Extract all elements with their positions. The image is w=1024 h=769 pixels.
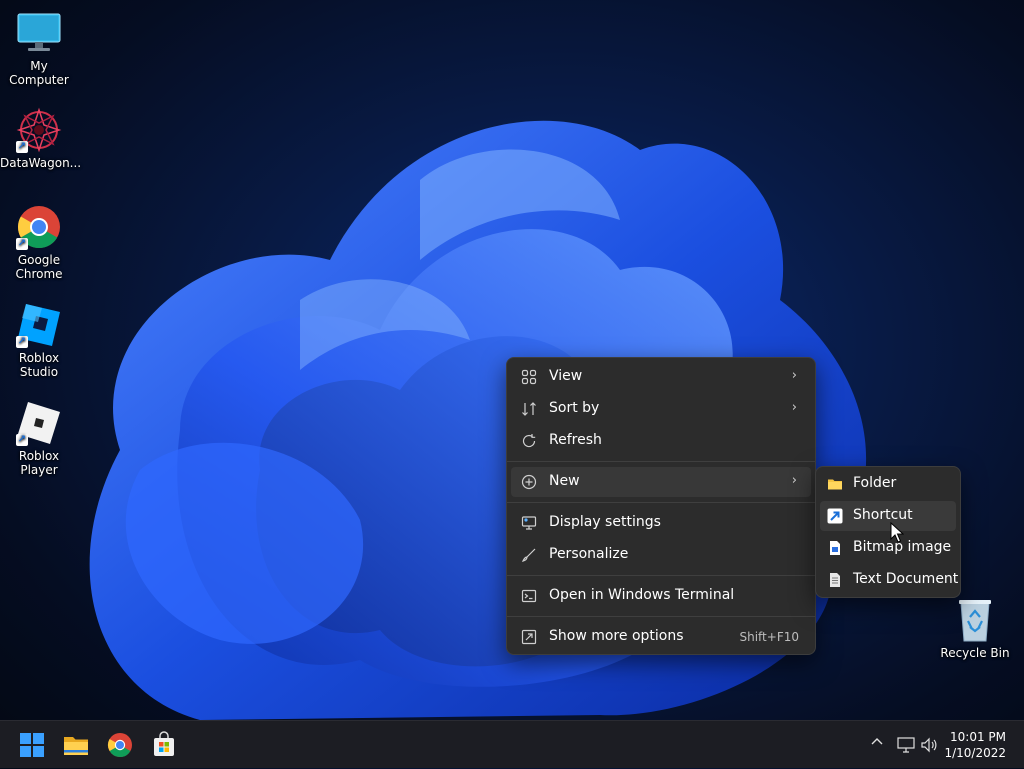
chevron-right-icon: › xyxy=(791,368,797,383)
taskbar-store[interactable] xyxy=(148,729,180,761)
keyboard-shortcut: Shift+F10 xyxy=(739,630,799,644)
terminal-icon xyxy=(521,588,537,604)
submenu-item-label: Folder xyxy=(853,475,897,491)
shortcut-icon xyxy=(827,508,843,524)
start-button[interactable] xyxy=(16,729,48,761)
desktop-icon-datawagon[interactable]: ↗ DataWagon... xyxy=(0,107,82,170)
submenu-item-folder[interactable]: Folder xyxy=(820,469,956,499)
menu-item-refresh[interactable]: Refresh xyxy=(511,426,811,456)
desktop-icon-recycle-bin[interactable]: Recycle Bin xyxy=(936,597,1014,660)
shortcut-arrow-icon: ↗ xyxy=(16,238,28,250)
submenu-item-label: Shortcut xyxy=(853,507,913,523)
menu-separator xyxy=(507,502,815,503)
menu-item-label: Show more options xyxy=(549,628,684,644)
brush-icon xyxy=(521,547,537,563)
desktop-icon-roblox-studio[interactable]: ↗ Roblox Studio xyxy=(0,302,78,379)
chevron-right-icon: › xyxy=(791,473,797,488)
desktop-icon-label: Recycle Bin xyxy=(940,646,1010,660)
monitor-icon xyxy=(16,10,62,56)
network-icon[interactable] xyxy=(897,737,915,757)
shortcut-arrow-icon: ↗ xyxy=(16,336,28,348)
desktop-icon-google-chrome[interactable]: ↗ Google Chrome xyxy=(0,204,78,281)
clock-date: 1/10/2022 xyxy=(944,746,1006,760)
desktop-icon-label: Roblox Player xyxy=(18,449,60,477)
folder-icon xyxy=(827,476,843,492)
menu-item-label: Display settings xyxy=(549,514,661,530)
chrome-icon xyxy=(107,733,132,758)
chevron-right-icon: › xyxy=(791,400,797,415)
chrome-icon: ↗ xyxy=(16,204,62,250)
recycle-bin-icon xyxy=(952,597,998,643)
store-icon xyxy=(154,731,174,756)
menu-separator xyxy=(507,461,815,462)
tray-overflow-chevron-icon[interactable] xyxy=(870,734,884,753)
submenu-item-text-document[interactable]: Text Document xyxy=(820,565,959,595)
view-grid-icon xyxy=(521,369,537,385)
datawagon-icon: ↗ xyxy=(16,107,62,153)
menu-item-view[interactable]: View › xyxy=(511,362,811,392)
menu-item-label: Sort by xyxy=(549,400,600,416)
roblox-player-icon: ↗ xyxy=(16,400,62,446)
new-plus-icon xyxy=(521,474,537,490)
menu-separator xyxy=(507,616,815,617)
menu-item-label: Personalize xyxy=(549,546,629,562)
desktop-icon-my-computer[interactable]: My Computer xyxy=(0,10,78,87)
roblox-studio-icon: ↗ xyxy=(16,302,62,348)
bitmap-icon xyxy=(827,540,843,556)
shortcut-arrow-icon: ↗ xyxy=(16,141,28,153)
desktop-icon-label: My Computer xyxy=(9,59,69,87)
clock-time: 10:01 PM xyxy=(950,730,1006,744)
submenu-item-shortcut[interactable]: Shortcut xyxy=(820,501,956,531)
menu-item-display-settings[interactable]: Display settings xyxy=(511,508,811,538)
mouse-cursor-icon xyxy=(890,522,904,543)
menu-item-label: Refresh xyxy=(549,432,602,448)
menu-item-sort-by[interactable]: Sort by › xyxy=(511,394,811,424)
refresh-icon xyxy=(521,433,537,449)
desktop-icon-label: Google Chrome xyxy=(15,253,63,281)
sort-icon xyxy=(521,401,537,417)
desktop-icon-label: Roblox Studio xyxy=(18,351,60,379)
menu-item-label: Open in Windows Terminal xyxy=(549,587,735,603)
display-settings-icon xyxy=(521,515,537,531)
start-icon xyxy=(20,733,44,757)
taskbar-clock[interactable]: 10:01 PM 1/10/2022 xyxy=(944,729,1006,761)
desktop-icon-roblox-player[interactable]: ↗ Roblox Player xyxy=(0,400,78,477)
menu-item-label: New xyxy=(549,473,580,489)
taskbar-chrome[interactable] xyxy=(104,729,136,761)
taskbar-file-explorer[interactable] xyxy=(60,729,92,761)
menu-item-show-more-options[interactable]: Show more options Shift+F10 xyxy=(511,622,811,652)
shortcut-arrow-icon: ↗ xyxy=(16,434,28,446)
text-document-icon xyxy=(827,572,843,588)
menu-item-personalize[interactable]: Personalize xyxy=(511,540,811,570)
menu-item-label: View xyxy=(549,368,583,384)
submenu-item-bitmap-image[interactable]: Bitmap image xyxy=(820,533,956,563)
menu-item-new[interactable]: New › xyxy=(511,467,811,497)
menu-item-open-in-windows-terminal[interactable]: Open in Windows Terminal xyxy=(511,581,811,611)
new-submenu: Folder Shortcut Bitmap image Text Docume… xyxy=(815,466,961,598)
taskbar: 10:01 PM 1/10/2022 xyxy=(0,720,1024,768)
menu-separator xyxy=(507,575,815,576)
desktop-context-menu: View › Sort by › Refresh New › Display s… xyxy=(506,357,816,655)
submenu-item-label: Text Document xyxy=(853,571,959,587)
desktop-icon-label: DataWagon... xyxy=(0,156,82,170)
more-options-icon xyxy=(521,629,537,645)
file-explorer-icon xyxy=(64,737,88,755)
volume-icon[interactable] xyxy=(920,737,938,757)
